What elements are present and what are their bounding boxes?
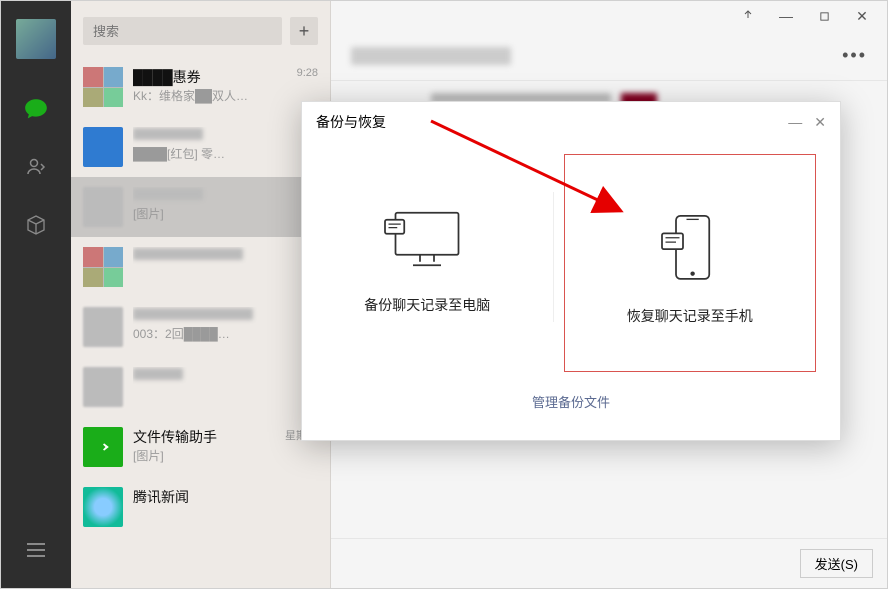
pin-window-icon[interactable] (731, 2, 765, 30)
backup-to-pc-option[interactable]: 备份聊天记录至电脑 (302, 142, 553, 372)
chat-item-preview: ████[红包] 零… (133, 145, 318, 162)
chat-list-panel: + ████惠券 Kk：维格家██双人… 9:28 ████[红包] 零… [图… (71, 1, 331, 588)
phone-icon (640, 210, 740, 290)
box-tab-icon[interactable] (16, 205, 56, 245)
close-icon[interactable]: ✕ (845, 2, 879, 30)
chat-tab-icon[interactable] (16, 89, 56, 129)
backup-option-label: 备份聊天记录至电脑 (364, 295, 490, 315)
restore-to-phone-option[interactable]: 恢复聊天记录至手机 (564, 154, 817, 372)
add-button[interactable]: + (290, 17, 318, 45)
window-titlebar: — ✕ (331, 1, 887, 31)
chat-item-time: 9:28 (297, 67, 318, 79)
send-button[interactable]: 发送(S) (800, 549, 873, 578)
app-sidebar (1, 1, 71, 588)
user-avatar[interactable] (16, 19, 56, 59)
maximize-icon[interactable] (807, 2, 841, 30)
chat-list-item[interactable]: ████[红包] 零… (71, 117, 330, 177)
input-toolbar: 发送(S) (331, 538, 887, 588)
dialog-minimize-icon[interactable]: — (788, 114, 802, 131)
search-input[interactable] (83, 17, 282, 45)
chat-item-preview: 003：2回████… (133, 325, 318, 342)
chat-item-preview: [图片] (133, 447, 318, 464)
backup-restore-dialog: 备份与恢复 — ✕ 备份聊天记录至电脑 (301, 101, 841, 441)
monitor-icon (377, 199, 477, 279)
chat-list-item[interactable]: [图片] (71, 177, 330, 237)
chat-item-title: 腾讯新闻 (133, 487, 318, 507)
chat-list-item[interactable]: ████惠券 Kk：维格家██双人… 9:28 (71, 57, 330, 117)
menu-icon[interactable] (16, 530, 56, 570)
dialog-title: 备份与恢复 (316, 112, 386, 132)
more-icon[interactable]: ••• (842, 45, 867, 66)
chat-header-title (351, 47, 511, 65)
chat-list-item[interactable] (71, 357, 330, 417)
divider (553, 192, 554, 322)
chat-item-title: ████惠券 (133, 67, 318, 87)
contacts-tab-icon[interactable] (16, 147, 56, 187)
chat-item-preview: Kk：维格家██双人… (133, 87, 318, 104)
chat-item-preview: [图片] (133, 205, 318, 222)
chat-list-item[interactable] (71, 237, 330, 297)
manage-backup-link[interactable]: 管理备份文件 (532, 395, 610, 410)
chat-header: ••• (331, 31, 887, 81)
chat-list-item[interactable]: 文件传输助手 [图片] 星期一 (71, 417, 330, 477)
restore-option-label: 恢复聊天记录至手机 (627, 306, 753, 326)
chat-list-item[interactable]: 003：2回████… (71, 297, 330, 357)
chat-list-item[interactable]: 腾讯新闻 (71, 477, 330, 537)
dialog-close-icon[interactable]: ✕ (814, 114, 826, 131)
minimize-icon[interactable]: — (769, 2, 803, 30)
file-transfer-icon (83, 427, 123, 467)
